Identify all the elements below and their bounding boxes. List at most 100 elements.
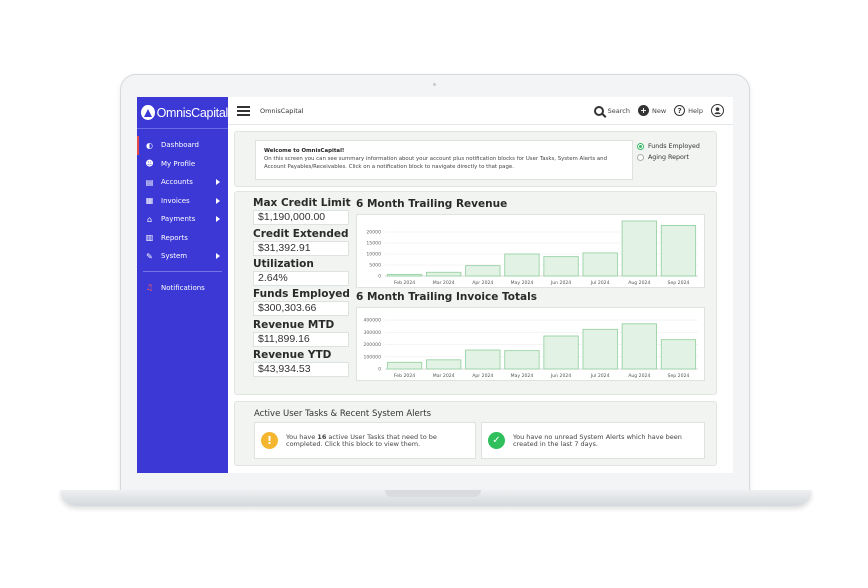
bar <box>543 335 579 370</box>
y-tick-label: 200000 <box>363 342 381 348</box>
invoice-chart-title: 6 Month Trailing Invoice Totals <box>356 291 537 303</box>
invoice-chart-svg: 0 100000 200000 300000 400000 Feb 2024 Mar 202… <box>363 318 698 379</box>
sidebar-item-label: Dashboard <box>161 141 199 150</box>
bar <box>504 253 540 277</box>
bar <box>660 224 697 277</box>
x-tick-label: Feb 2024 <box>394 280 415 286</box>
x-tick-label: Sep 2024 <box>668 373 690 379</box>
caret-right-icon <box>216 253 220 259</box>
stat-label: Credit Extended <box>253 228 349 240</box>
bar <box>582 252 618 277</box>
app-screen: OmnisCapital ◐ Dashboard ☻ My Profile ▤ Accou… <box>137 97 733 473</box>
y-tick-label: 300000 <box>363 330 381 336</box>
bar <box>621 323 657 370</box>
stat-label: Revenue YTD <box>253 349 332 361</box>
x-tick-label: Jul 2024 <box>590 373 610 379</box>
x-tick-label: Jun 2024 <box>550 280 571 286</box>
help-button[interactable]: ? Help <box>674 105 703 116</box>
x-tick-label: Mar 2024 <box>433 280 455 286</box>
sidebar-item-accounts[interactable]: ▤ Accounts <box>137 173 228 192</box>
sidebar-item-label: Accounts <box>161 178 193 187</box>
sidebar-item-label: Payments <box>161 215 196 224</box>
radio-circle-icon <box>637 143 644 150</box>
bar <box>426 359 462 370</box>
topbar: OmnisCapital Search + New ? Help <box>228 97 733 125</box>
system-alerts-text: You have no unread System Alerts which h… <box>513 432 682 448</box>
caret-right-icon <box>216 216 220 222</box>
brand-logo-link[interactable]: OmnisCapital <box>137 97 228 129</box>
menu-toggle-icon[interactable] <box>237 105 250 116</box>
x-tick-label: Jul 2024 <box>590 280 610 286</box>
search-button[interactable]: Search <box>593 105 630 116</box>
help-icon: ? <box>674 105 686 116</box>
sidebar-item-label: Notifications <box>161 283 205 292</box>
alerts-panel: Active User Tasks & Recent System Alerts… <box>234 401 717 466</box>
sidebar-item-label: Invoices <box>161 196 190 205</box>
x-tick-label: May 2024 <box>511 280 534 286</box>
sidebar-item-system[interactable]: ✎ System <box>137 247 228 266</box>
x-tick-label: Apr 2024 <box>472 280 493 286</box>
sidebar-item-notifications[interactable]: ♫ Notifications <box>137 279 228 298</box>
camera-dot <box>433 83 436 86</box>
sidebar-item-my-profile[interactable]: ☻ My Profile <box>137 155 228 174</box>
bar <box>426 271 462 277</box>
revenue-chart-title: 6 Month Trailing Revenue <box>356 198 508 210</box>
bell-icon: ♫ <box>145 283 154 293</box>
search-icon <box>593 105 604 116</box>
user-menu-button[interactable] <box>711 104 727 117</box>
sidebar-item-reports[interactable]: ▥ Reports <box>137 229 228 248</box>
warning-icon: ! <box>261 432 278 449</box>
accounts-icon: ▤ <box>145 177 154 187</box>
radio-aging-report[interactable]: Aging Report <box>637 152 700 163</box>
stat-label: Funds Employed <box>253 288 350 300</box>
chart-icon: ▥ <box>145 233 154 243</box>
stat-value: 2.64% <box>253 271 349 286</box>
x-tick-label: Apr 2024 <box>472 373 493 379</box>
invoice-icon: ▦ <box>145 196 154 206</box>
bar <box>504 350 540 370</box>
bar <box>386 361 423 370</box>
x-tick-label: Feb 2024 <box>394 373 415 379</box>
stat-label: Max Credit Limit <box>253 197 351 209</box>
dashboard-icon: ◐ <box>146 140 153 150</box>
sidebar: OmnisCapital ◐ Dashboard ☻ My Profile ▤ Accou… <box>137 97 228 473</box>
caret-right-icon <box>216 179 220 185</box>
y-tick-label: 0 <box>378 367 381 373</box>
invoice-chart: 0 100000 200000 300000 400000 Feb 2024 Mar 202… <box>356 307 705 381</box>
user-tasks-card[interactable]: ! You have 16 active User Tasks that nee… <box>254 422 476 459</box>
topbar-actions: Search + New ? Help <box>586 104 733 117</box>
y-tick-label: 100000 <box>363 354 381 360</box>
new-button[interactable]: + New <box>637 105 667 116</box>
bar <box>621 220 657 277</box>
caret-right-icon <box>216 197 220 204</box>
radio-funds-employed[interactable]: Funds Employed <box>637 141 700 152</box>
user-avatar-icon <box>711 104 724 117</box>
sidebar-nav: ◐ Dashboard ☻ My Profile ▤ Accounts ▦ Invoices ⌂… <box>137 129 228 297</box>
sidebar-item-dashboard[interactable]: ◐ Dashboard <box>137 136 228 155</box>
system-alerts-card[interactable]: ✓ You have no unread System Alerts which… <box>481 422 705 459</box>
welcome-body: On this screen you can see summary infor… <box>264 156 608 170</box>
sidebar-divider <box>143 270 222 272</box>
sidebar-item-payments[interactable]: ⌂ Payments <box>137 210 228 229</box>
stat-value: $43,934.53 <box>253 362 349 377</box>
bank-icon: ⌂ <box>146 214 153 224</box>
alerts-title: Active User Tasks & Recent System Alerts <box>254 409 432 419</box>
user-icon: ☻ <box>145 159 154 169</box>
y-tick-label: 5000 <box>369 263 381 269</box>
view-options: Funds Employed Aging Report <box>637 141 700 163</box>
check-circle-icon: ✓ <box>488 432 505 449</box>
new-label: New <box>651 106 667 115</box>
stat-label: Revenue MTD <box>253 319 335 331</box>
stat-credit-extended: Credit Extended $31,392.91 <box>253 228 349 256</box>
stat-value: $11,899.16 <box>253 332 349 347</box>
topbar-title: OmnisCapital <box>260 106 304 115</box>
stat-value: $31,392.91 <box>253 241 349 256</box>
plus-circle-icon: + <box>637 105 649 116</box>
x-tick-label: Jun 2024 <box>550 373 571 379</box>
stat-max-credit-limit: Max Credit Limit $1,190,000.00 <box>253 197 351 225</box>
sidebar-item-invoices[interactable]: ▦ Invoices <box>137 192 228 211</box>
revenue-chart: 0 5000 10000 15000 20000 Feb 2024 Mar 2024 Apr … <box>356 214 705 288</box>
stat-revenue-ytd: Revenue YTD $43,934.53 <box>253 349 349 377</box>
omnis-logo-icon <box>141 105 155 120</box>
bar <box>660 339 697 370</box>
